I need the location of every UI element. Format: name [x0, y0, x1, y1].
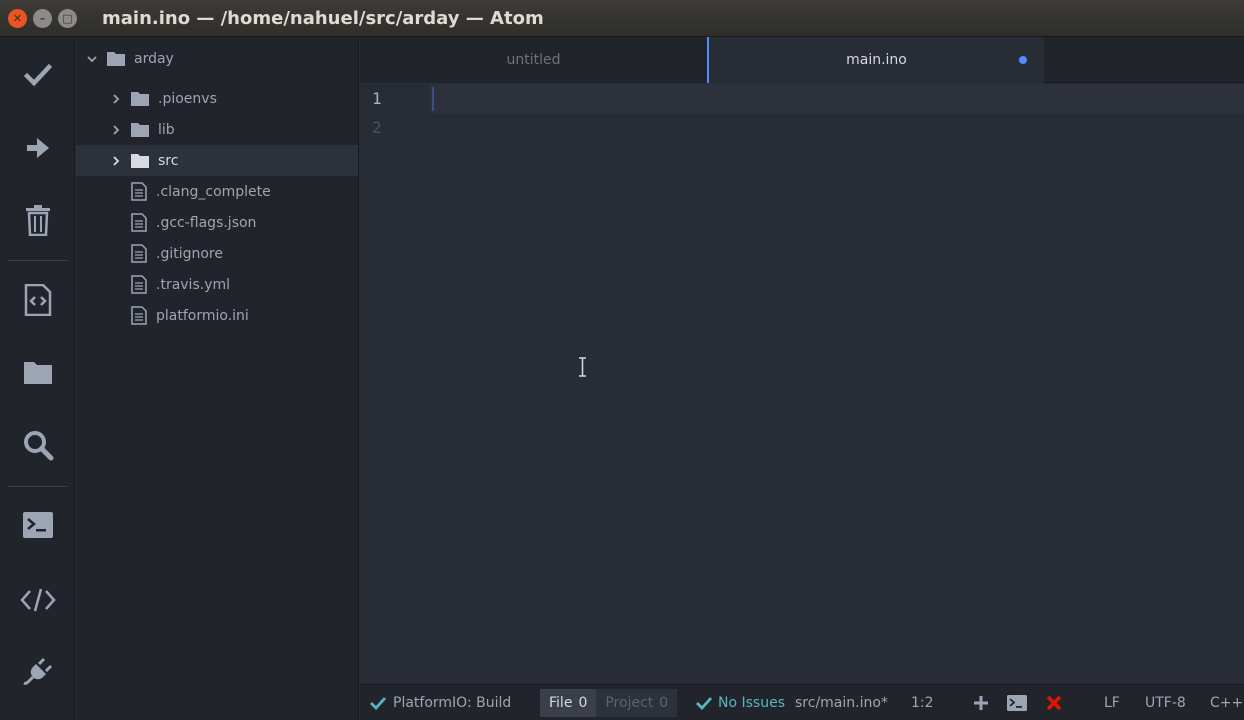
file-code-icon	[24, 284, 51, 316]
tree-item-src[interactable]: src	[76, 145, 358, 176]
chevron-right-icon	[110, 124, 122, 135]
project-issue-count: 0	[659, 695, 669, 711]
home-button[interactable]	[0, 270, 75, 330]
linter-project-button[interactable]: Project 0	[596, 689, 678, 717]
ibeam-cursor-icon	[578, 357, 587, 381]
tab-label: untitled	[506, 52, 561, 68]
window-title: main.ino — /home/nahuel/src/arday — Atom	[102, 7, 544, 29]
tree-item-label: lib	[158, 121, 175, 138]
terminal-icon	[1007, 694, 1027, 711]
tree-item-gcc-flags[interactable]: .gcc-flags.json	[76, 207, 358, 238]
line-number-gutter: 1 2	[360, 83, 430, 684]
tree-item-lib[interactable]: lib	[76, 114, 358, 145]
window-maximize-button[interactable]: □	[58, 8, 77, 28]
folder-icon	[23, 362, 52, 384]
grammar-selector[interactable]: C++	[1210, 685, 1243, 720]
cursor-position[interactable]: 1:2	[911, 685, 934, 720]
tab-label: main.ino	[846, 52, 907, 68]
trash-icon	[25, 205, 50, 236]
code-icon	[19, 588, 56, 612]
tree-item-label: .pioenvs	[158, 90, 217, 107]
tree-item-label: .travis.yml	[156, 276, 231, 293]
build-status-label: PlatformIO: Build	[393, 694, 512, 711]
line-ending-selector[interactable]: LF	[1104, 685, 1120, 720]
tree-item-label: src	[158, 152, 179, 169]
tree-item-pioenvs[interactable]: .pioenvs	[76, 83, 358, 114]
line-number: 2	[372, 118, 382, 137]
tree-item-label: .gcc-flags.json	[156, 214, 257, 231]
linter-scope-toggle: File 0 Project 0	[540, 689, 686, 717]
tree-item-travis[interactable]: .travis.yml	[76, 269, 358, 300]
file-text-icon	[131, 182, 147, 201]
file-text-icon	[131, 306, 147, 325]
tree-item-label: platformio.ini	[156, 307, 249, 324]
check-icon	[370, 696, 386, 710]
plug-icon	[22, 657, 52, 685]
upload-button[interactable]	[0, 118, 75, 178]
platformio-toolbar	[0, 37, 75, 720]
file-scope-label: File	[549, 695, 573, 711]
encoding-selector[interactable]: UTF-8	[1145, 685, 1186, 720]
terminal-button[interactable]	[0, 495, 75, 555]
check-icon	[23, 63, 52, 87]
project-scope-label: Project	[605, 695, 654, 711]
folder-icon	[131, 91, 149, 106]
window-minimize-button[interactable]: –	[33, 8, 52, 28]
terminal-toggle-button[interactable]	[1007, 685, 1027, 720]
window-controls: ✕ – □	[8, 8, 102, 28]
tree-item-clang-complete[interactable]: .clang_complete	[76, 176, 358, 207]
file-issue-count: 0	[578, 695, 588, 711]
tree-item-label: .clang_complete	[156, 183, 271, 200]
toolbar-separator	[8, 486, 67, 487]
cursor-line-highlight	[430, 84, 1244, 113]
tab-bar: untitled main.ino	[360, 37, 1244, 83]
tree-root-arday[interactable]: arday	[76, 43, 358, 74]
folder-icon	[131, 153, 149, 168]
toolbar-separator	[8, 260, 67, 261]
linter-status[interactable]: No Issues	[696, 685, 785, 720]
build-button[interactable]	[0, 45, 75, 105]
close-terminal-button[interactable]	[1046, 685, 1062, 720]
chevron-down-icon	[86, 54, 98, 64]
status-bar: PlatformIO: Build File 0 Project 0 No Is…	[360, 684, 1244, 720]
tree-item-gitignore[interactable]: .gitignore	[76, 238, 358, 269]
terminal-icon	[22, 512, 53, 538]
tree-item-platformio-ini[interactable]: platformio.ini	[76, 300, 358, 331]
file-text-icon	[131, 213, 147, 232]
window-titlebar: ✕ – □ main.ino — /home/nahuel/src/arday …	[0, 0, 1244, 37]
open-project-button[interactable]	[0, 342, 75, 402]
file-path[interactable]: src/main.ino*	[795, 685, 888, 720]
modified-indicator	[1019, 56, 1027, 64]
new-terminal-button[interactable]	[973, 685, 989, 720]
chevron-right-icon	[110, 155, 122, 166]
line-number: 1	[372, 89, 382, 108]
chevron-right-icon	[110, 93, 122, 104]
window-close-button[interactable]: ✕	[8, 8, 27, 28]
tree-view: arday .pioenvs lib src .clang_complete .…	[76, 37, 359, 720]
plus-icon	[974, 695, 988, 710]
tree-item-label: .gitignore	[156, 245, 223, 262]
linter-file-button[interactable]: File 0	[540, 689, 597, 717]
search-icon	[23, 431, 53, 461]
close-icon	[1046, 695, 1062, 710]
tree-item-label: arday	[134, 50, 174, 67]
settings-button[interactable]	[0, 642, 75, 702]
serial-monitor-button[interactable]	[0, 570, 75, 630]
tab-main-ino[interactable]: main.ino	[707, 37, 1044, 83]
text-editor[interactable]: 1 2	[360, 83, 1244, 684]
linter-status-label: No Issues	[718, 694, 785, 711]
file-text-icon	[131, 275, 147, 294]
folder-icon	[131, 122, 149, 137]
platformio-build-status[interactable]: PlatformIO: Build	[370, 685, 511, 720]
text-caret	[432, 87, 434, 111]
check-icon	[696, 696, 712, 710]
tab-untitled[interactable]: untitled	[360, 37, 707, 83]
find-button[interactable]	[0, 415, 75, 475]
arrow-right-icon	[26, 138, 49, 158]
clean-button[interactable]	[0, 190, 75, 250]
folder-icon	[107, 51, 125, 66]
file-text-icon	[131, 244, 147, 263]
